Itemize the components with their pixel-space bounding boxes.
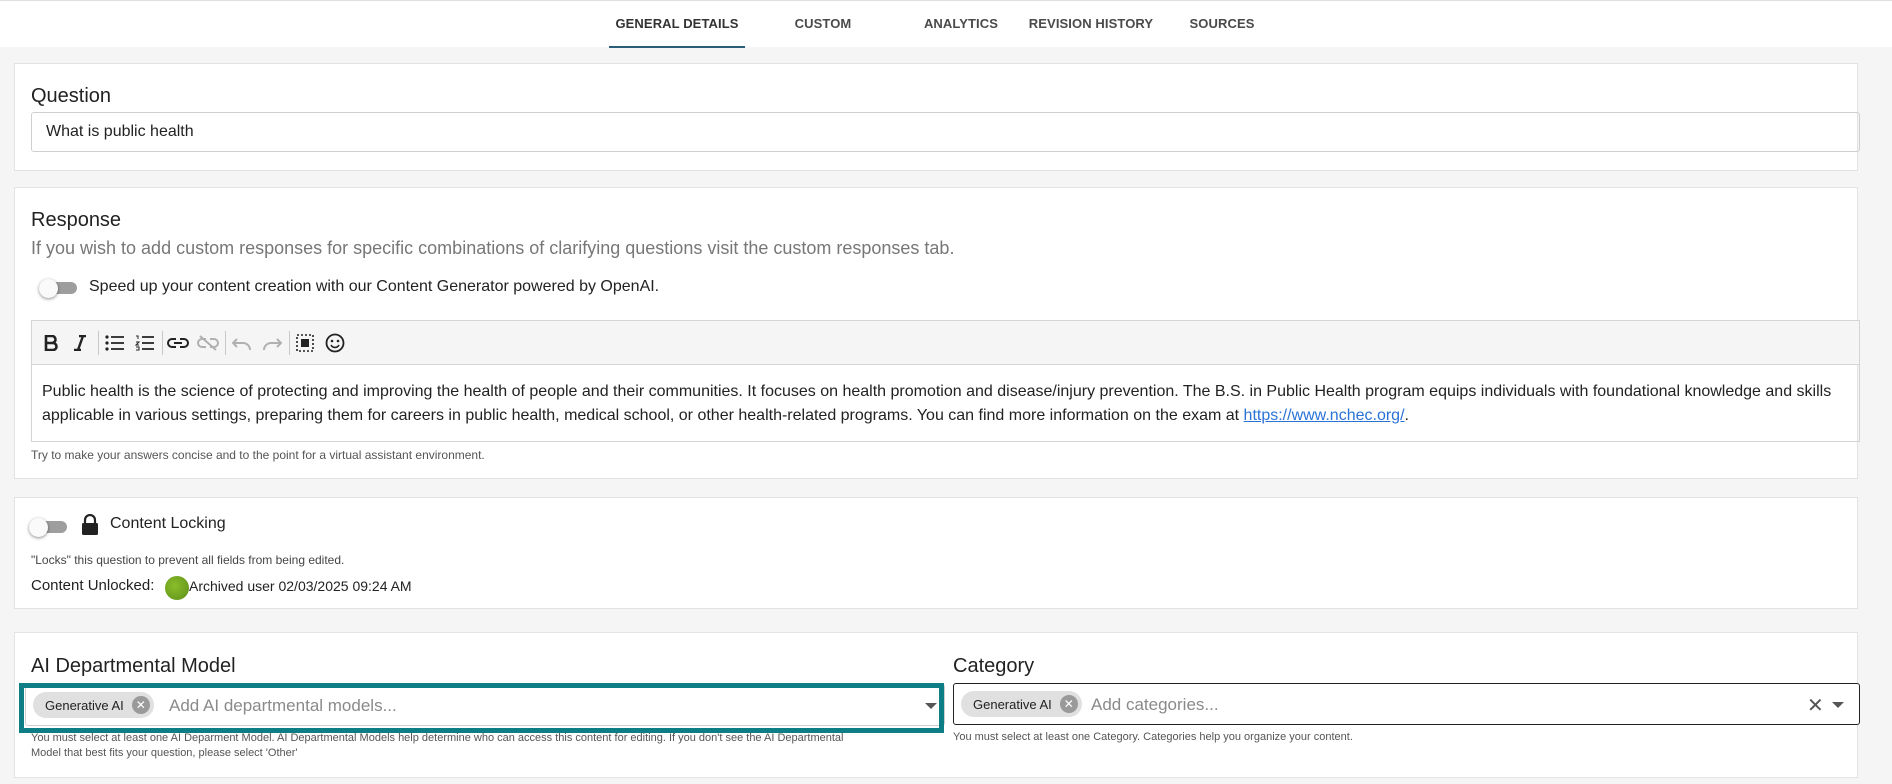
- response-card: Response If you wish to add custom respo…: [14, 187, 1860, 479]
- category-placeholder[interactable]: Add categories...: [1091, 695, 1219, 715]
- tab-sources[interactable]: SOURCES: [1183, 1, 1261, 48]
- italic-icon[interactable]: [69, 332, 91, 354]
- bullet-list-icon[interactable]: [104, 332, 126, 354]
- unlink-icon: [197, 332, 219, 354]
- unlocked-by-user: Archived user 02/03/2025 09:24 AM: [189, 578, 412, 594]
- rich-text-editor[interactable]: Public health is the science of protecti…: [31, 320, 1860, 442]
- content-locking-toggle[interactable]: [29, 518, 67, 537]
- response-hint: Try to make your answers concise and to …: [31, 448, 485, 462]
- response-subtitle: If you wish to add custom responses for …: [31, 238, 955, 258]
- content-generator-label: Speed up your content creation with our …: [89, 278, 660, 295]
- chevron-down-icon[interactable]: [1832, 702, 1844, 708]
- redo-icon: [261, 332, 283, 354]
- avatar: [165, 576, 189, 600]
- response-body[interactable]: Public health is the science of protecti…: [42, 380, 1847, 428]
- emoji-icon[interactable]: [324, 332, 346, 354]
- numbered-list-icon[interactable]: [134, 332, 156, 354]
- category-chip: Generative AI ✕: [961, 691, 1082, 717]
- link-icon[interactable]: [167, 332, 189, 354]
- tab-custom-responses[interactable]: CUSTOM RESPONSES: [752, 1, 894, 77]
- nchec-link[interactable]: https://www.nchec.org/: [1244, 407, 1405, 424]
- content-locking-card: Content Locking "Locks" this question to…: [14, 497, 1858, 609]
- tab-bar: GENERAL DETAILS CUSTOM RESPONSES ANALYTI…: [0, 0, 1892, 77]
- category-title: Category: [953, 655, 1035, 677]
- category-select[interactable]: Generative AI ✕ Add categories... ✕: [953, 683, 1860, 725]
- category-help: You must select at least one Category. C…: [953, 731, 1353, 743]
- question-title: Question: [31, 85, 112, 107]
- select-all-icon[interactable]: [294, 332, 316, 354]
- chip-remove-icon[interactable]: ✕: [1059, 695, 1078, 713]
- tab-general-details[interactable]: GENERAL DETAILS: [609, 1, 745, 48]
- ai-model-title: AI Departmental Model: [31, 655, 236, 677]
- bold-icon[interactable]: [40, 332, 62, 354]
- editor-toolbar: [32, 321, 1859, 365]
- response-title: Response: [31, 209, 122, 231]
- question-input[interactable]: What is public health: [31, 112, 1860, 152]
- undo-icon: [231, 332, 253, 354]
- content-locking-label: Content Locking: [110, 515, 226, 532]
- ai-model-help: You must select at least one AI Deparmen…: [31, 732, 844, 759]
- tab-revision-history[interactable]: REVISION HISTORY: [1027, 1, 1155, 48]
- content-generator-toggle[interactable]: [39, 279, 77, 298]
- question-card: Question What is public health: [14, 63, 1860, 171]
- clear-icon[interactable]: ✕: [1807, 693, 1824, 718]
- content-locking-note: "Locks" this question to prevent all fie…: [31, 553, 345, 567]
- content-unlocked-label: Content Unlocked:: [31, 577, 155, 594]
- focus-highlight: [19, 683, 944, 733]
- tab-analytics[interactable]: ANALYTICS: [918, 1, 1004, 48]
- lock-icon: [81, 513, 99, 541]
